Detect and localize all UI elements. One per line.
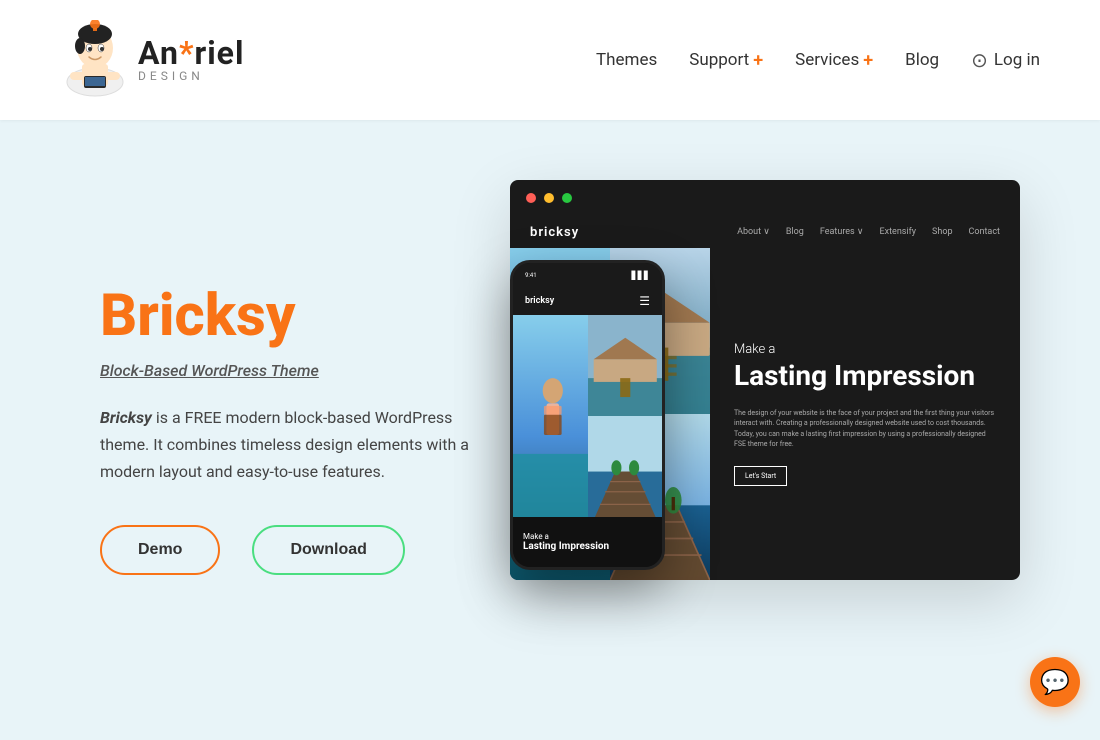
mobile-footer-make: Make a xyxy=(523,532,652,541)
browser-maximize-dot xyxy=(562,193,572,203)
nav-item-blog[interactable]: Blog xyxy=(905,50,939,70)
mobile-menu-icon[interactable]: ☰ xyxy=(639,294,650,308)
logo-character-icon xyxy=(60,20,130,100)
chat-icon: 💬 xyxy=(1040,668,1070,696)
mobile-img-1 xyxy=(513,315,588,517)
desktop-hero-text: Make a Lasting Impression The design of … xyxy=(710,248,1020,580)
browser-bar xyxy=(510,180,1020,216)
mobile-bungalow-img xyxy=(588,315,663,416)
desktop-logo: bricksy xyxy=(530,225,579,240)
desktop-nav-links: About ∨ Blog Features ∨ Extensify Shop C… xyxy=(737,227,1000,237)
header: An*riel DESIGN Themes Support + Services… xyxy=(0,0,1100,120)
desktop-nav-shop: Shop xyxy=(932,227,953,237)
chat-bubble[interactable]: 💬 xyxy=(1030,657,1080,707)
mobile-footer: Make a Lasting Impression xyxy=(513,517,662,567)
nav-item-themes[interactable]: Themes xyxy=(596,50,657,70)
hero-mockup: bricksy About ∨ Blog Features ∨ Extensif… xyxy=(540,180,1020,680)
desktop-cta-button[interactable]: Let's Start xyxy=(734,466,787,486)
desktop-nav-features: Features ∨ xyxy=(820,227,864,237)
desktop-nav-bar: bricksy About ∨ Blog Features ∨ Extensif… xyxy=(510,216,1020,248)
logo-sub: DESIGN xyxy=(138,69,244,83)
hero-description: Bricksy is a FREE modern block-based Wor… xyxy=(100,404,480,486)
support-plus-icon: + xyxy=(753,50,763,71)
user-circle-icon: ⊙ xyxy=(971,48,988,72)
hero-title: Bricksy xyxy=(100,285,480,349)
desktop-nav-extensify: Extensify xyxy=(880,227,917,237)
desktop-make-text: Make a xyxy=(734,342,996,357)
mobile-footer-lasting: Lasting Impression xyxy=(523,541,652,552)
nav-item-support[interactable]: Support + xyxy=(689,50,763,71)
demo-button[interactable]: Demo xyxy=(100,525,220,575)
desktop-body-text: The design of your website is the face o… xyxy=(734,408,996,450)
hero-section: Bricksy Block-Based WordPress Theme Bric… xyxy=(0,120,1100,740)
hero-content: Bricksy Block-Based WordPress Theme Bric… xyxy=(100,285,480,575)
logo-brand: An*riel xyxy=(138,37,244,69)
hero-buttons: Demo Download xyxy=(100,525,480,575)
desktop-nav-contact: Contact xyxy=(969,227,1000,237)
mobile-time: 9:41 xyxy=(525,272,537,279)
mobile-nav: bricksy ☰ xyxy=(513,287,662,315)
mobile-beach-img xyxy=(513,315,588,517)
mobile-logo: bricksy xyxy=(525,296,554,306)
mobile-img-3 xyxy=(588,416,663,517)
desktop-nav-blog: Blog xyxy=(786,227,804,237)
services-plus-icon: + xyxy=(863,50,873,71)
nav-item-services[interactable]: Services + xyxy=(795,50,873,71)
browser-minimize-dot xyxy=(544,193,554,203)
logo-text: An*riel DESIGN xyxy=(138,37,244,83)
logo[interactable]: An*riel DESIGN xyxy=(60,20,244,100)
mobile-status-bar: 9:41 ▋▋▋ xyxy=(513,263,662,287)
login-label: Log in xyxy=(994,50,1040,70)
hero-subtitle: Block-Based WordPress Theme xyxy=(100,361,480,380)
browser-close-dot xyxy=(526,193,536,203)
hero-bold: Bricksy xyxy=(100,408,152,427)
main-nav: Themes Support + Services + Blog ⊙ Log i… xyxy=(596,48,1040,72)
hero-text: is a FREE modern block-based WordPress t… xyxy=(100,408,469,481)
download-button[interactable]: Download xyxy=(252,525,404,575)
mobile-mockup: 9:41 ▋▋▋ bricksy ☰ xyxy=(510,260,665,570)
mobile-dock-img xyxy=(588,416,663,517)
mobile-signal: ▋▋▋ xyxy=(632,271,650,280)
desktop-nav-about: About ∨ xyxy=(737,227,770,237)
desktop-lasting-text: Lasting Impression xyxy=(734,361,996,392)
mobile-img-2 xyxy=(588,315,663,416)
mobile-content xyxy=(513,315,662,517)
login-button[interactable]: ⊙ Log in xyxy=(971,48,1040,72)
